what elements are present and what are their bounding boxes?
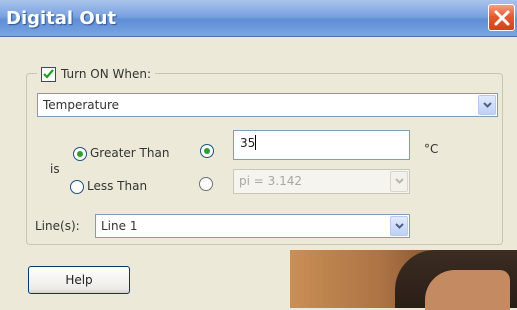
chevron-down-icon <box>483 102 492 108</box>
help-button[interactable]: Help <box>28 266 130 294</box>
turn-on-label: Turn ON When: <box>61 67 151 81</box>
checkmark-icon <box>43 68 54 79</box>
close-button[interactable] <box>488 4 515 31</box>
turn-on-legend: Turn ON When: <box>37 64 155 84</box>
lines-label: Line(s): <box>35 219 80 233</box>
lines-value: Line 1 <box>101 219 138 233</box>
less-than-label: Less Than <box>87 179 148 193</box>
greater-than-label: Greater Than <box>90 146 170 160</box>
threshold-unit: °C <box>424 142 439 156</box>
photo-person-face <box>425 270 510 310</box>
close-icon <box>494 10 510 26</box>
text-caret <box>255 135 256 150</box>
constant-select[interactable]: pi = 3.142 <box>233 169 410 194</box>
chevron-down-icon <box>395 223 404 229</box>
digital-out-dialog: Digital Out Turn ON When: Temperature is… <box>0 0 517 310</box>
constant-mode-radio[interactable] <box>199 177 213 191</box>
constant-value: pi = 3.142 <box>239 174 302 188</box>
threshold-value: 35 <box>240 136 256 150</box>
title-bar[interactable]: Digital Out <box>0 0 517 37</box>
greater-than-radio[interactable] <box>73 147 87 161</box>
less-than-radio[interactable] <box>70 180 84 194</box>
chevron-down-icon <box>395 178 404 184</box>
sensor-value: Temperature <box>43 98 120 112</box>
is-label: is <box>50 162 60 176</box>
turn-on-checkbox[interactable] <box>41 66 56 82</box>
constant-dropdown-button[interactable] <box>390 171 408 192</box>
lines-dropdown-button[interactable] <box>390 216 408 236</box>
value-mode-radio[interactable] <box>200 144 214 158</box>
lines-select[interactable]: Line 1 <box>95 214 410 238</box>
window-title: Digital Out <box>6 8 117 29</box>
threshold-input[interactable]: 35 <box>233 130 410 160</box>
sensor-select[interactable]: Temperature <box>37 93 498 117</box>
sensor-dropdown-button[interactable] <box>478 95 496 115</box>
